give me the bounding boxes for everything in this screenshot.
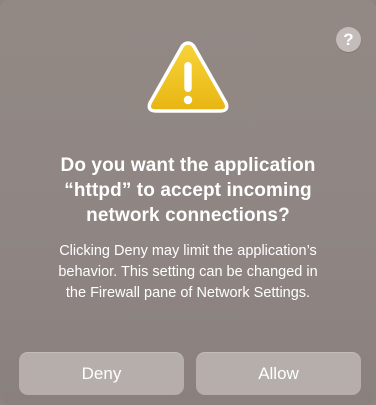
title-line: “httpd” to accept incoming: [64, 180, 312, 201]
firewall-alert-dialog: ? Do you want the application “httpd” to…: [0, 0, 376, 405]
message-line: behavior. This setting can be changed in: [58, 264, 318, 280]
message-line: the Firewall pane of Network Settings.: [65, 285, 311, 301]
title-line: Do you want the application: [60, 155, 316, 176]
deny-button[interactable]: Deny: [19, 352, 184, 395]
title-line: network connections?: [86, 205, 290, 226]
warning-triangle-icon: [147, 41, 229, 113]
help-button[interactable]: ?: [336, 27, 361, 52]
dialog-message: Clicking Deny may limit the application’…: [14, 241, 362, 304]
message-line: Clicking Deny may limit the application’…: [59, 243, 317, 259]
dialog-title: Do you want the application “httpd” to a…: [20, 153, 356, 228]
allow-button[interactable]: Allow: [196, 352, 361, 395]
